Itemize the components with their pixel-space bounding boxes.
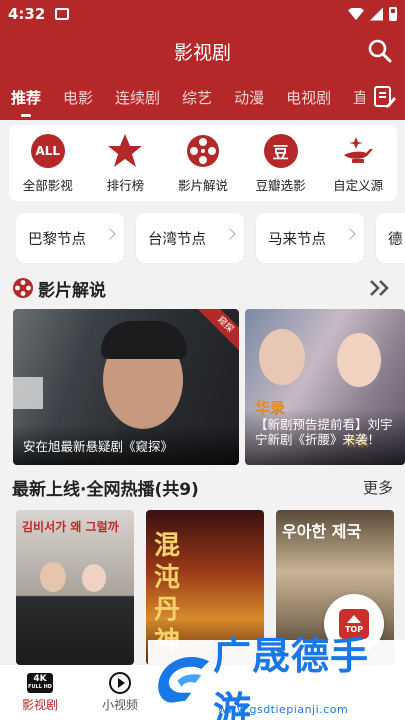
quick-label: 影片解说 xyxy=(177,177,228,193)
quick-menu: ALL 全部影视 排行榜 影片解说 豆 豆瓣选影 自定义源 xyxy=(9,125,397,201)
status-time: 4:32 xyxy=(8,5,46,23)
status-bar: 4:32 xyxy=(0,0,405,28)
commentary-video-list: 窥探 安在旭最新悬疑剧《窥探》 华录 杨紫 【新剧预告提前看】刘宇宁新剧《折腰》… xyxy=(13,309,405,465)
title-bar: 影视剧 xyxy=(0,28,405,74)
video-caption: 安在旭最新悬疑剧《窥探》 xyxy=(13,425,239,465)
quick-ranking[interactable]: 排行榜 xyxy=(89,133,161,194)
watermark: 广晟德手游 www.gsdtiepianji.com xyxy=(148,634,405,720)
tab-tv-drama[interactable]: 电视剧 xyxy=(286,87,331,108)
chevron-right-icon xyxy=(104,228,116,240)
image-notification-icon xyxy=(55,8,70,20)
quick-label: 自定义源 xyxy=(333,177,384,193)
all-icon: ALL xyxy=(30,133,65,168)
category-tabs: 推荐 电影 连续剧 综艺 动漫 电视剧 直 xyxy=(0,74,405,120)
quick-label: 豆瓣选影 xyxy=(255,177,306,193)
watermark-url: www.gsdtiepianji.com xyxy=(218,703,349,716)
top-star-icon xyxy=(108,133,143,167)
tab-series[interactable]: 连续剧 xyxy=(115,87,160,108)
wifi-icon xyxy=(348,8,364,20)
node-paris[interactable]: 巴黎节点 xyxy=(16,213,124,263)
tab-recommend[interactable]: 推荐 xyxy=(11,87,41,117)
search-icon[interactable] xyxy=(367,38,393,64)
quick-film-commentary[interactable]: 影片解说 xyxy=(167,133,239,194)
node-label: 马来节点 xyxy=(268,231,326,248)
tab-edit-button[interactable] xyxy=(365,74,405,120)
section-film-commentary: 影片解说 xyxy=(12,273,393,303)
douban-icon: 豆 xyxy=(263,133,298,168)
chevron-right-icon xyxy=(344,228,356,240)
app-header: 4:32 影视剧 推荐 电影 连续剧 综艺 动漫 电视剧 直 xyxy=(0,0,405,120)
edit-list-icon xyxy=(374,86,396,108)
quick-label: 排行榜 xyxy=(106,177,145,193)
nav-label: 影视剧 xyxy=(21,697,58,712)
node-taiwan[interactable]: 台湾节点 xyxy=(136,213,244,263)
node-malaysia[interactable]: 马来节点 xyxy=(256,213,364,263)
section-new-releases: 最新上线·全网热播(共9) 更多 xyxy=(12,472,393,502)
chevron-right-icon xyxy=(224,228,236,240)
battery-icon xyxy=(389,7,397,21)
4k-badge: 4K xyxy=(33,673,47,684)
4k-icon: 4K FULL HD xyxy=(27,672,53,693)
more-link[interactable]: 更多 xyxy=(363,477,393,498)
nav-label: 小视频 xyxy=(101,698,138,712)
poster-title: 김비서가 왜 그럴까 xyxy=(22,520,119,534)
signal-icon xyxy=(370,7,383,21)
film-reel-icon xyxy=(13,278,33,298)
play-icon xyxy=(109,672,131,694)
tab-movie[interactable]: 电影 xyxy=(63,87,93,108)
film-reel-icon xyxy=(186,134,219,167)
page-title: 影视剧 xyxy=(173,41,231,64)
node-label: 德 xyxy=(388,231,403,248)
nav-tv-drama[interactable]: 4K FULL HD 影视剧 xyxy=(0,672,80,713)
quick-douban[interactable]: 豆 豆瓣选影 xyxy=(245,133,317,194)
node-label: 台湾节点 xyxy=(148,231,206,248)
magic-lamp-icon xyxy=(344,136,374,163)
section-title: 最新上线·全网热播(共9) xyxy=(12,479,199,500)
poster-card[interactable]: 김비서가 왜 그럴까 xyxy=(16,510,134,665)
watermark-logo-icon xyxy=(158,656,210,703)
tab-anime[interactable]: 动漫 xyxy=(234,87,264,108)
tab-variety[interactable]: 综艺 xyxy=(182,87,212,108)
quick-all-videos[interactable]: ALL 全部影视 xyxy=(12,133,84,194)
fullhd-badge: FULL HD xyxy=(28,683,52,690)
video-card[interactable]: 华录 杨紫 【新剧预告提前看】刘宇宁新剧《折腰》来袭！ xyxy=(245,309,405,465)
quick-custom-source[interactable]: 自定义源 xyxy=(322,133,394,194)
quick-label: 全部影视 xyxy=(22,177,73,193)
node-more[interactable]: 德 xyxy=(376,213,405,263)
poster-title: 우아한 제국 xyxy=(282,522,362,541)
server-node-list: 巴黎节点 台湾节点 马来节点 德 xyxy=(16,213,405,263)
double-chevron-right-icon[interactable] xyxy=(367,279,393,297)
node-label: 巴黎节点 xyxy=(28,231,86,248)
poster-title: 混沌丹神 xyxy=(154,531,181,657)
section-title: 影片解说 xyxy=(38,280,106,301)
video-caption: 【新剧预告提前看】刘宇宁新剧《折腰》来袭！ xyxy=(245,409,405,465)
video-card[interactable]: 窥探 安在旭最新悬疑剧《窥探》 xyxy=(13,309,239,465)
